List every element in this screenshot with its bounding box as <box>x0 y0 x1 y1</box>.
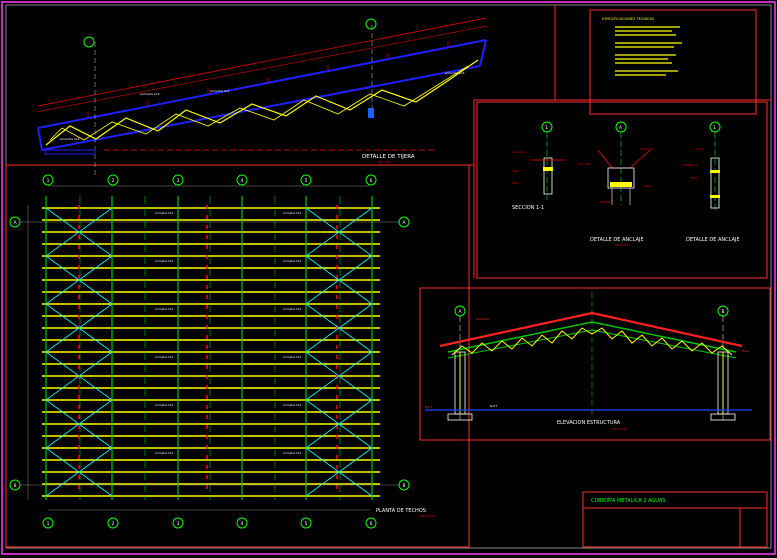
svg-text:Arriostra 2x4: Arriostra 2x4 <box>283 211 301 215</box>
panel-borders <box>5 5 771 548</box>
svg-text:Perno: Perno <box>644 184 653 188</box>
grid-bubble-top-5: 5 <box>305 178 308 184</box>
svg-text:ESC: 1/10: ESC: 1/10 <box>615 243 628 247</box>
elevation-bubble-a: A <box>458 309 462 315</box>
grid-bubble-bottom-5: 5 <box>305 521 308 527</box>
grid-bubble-right-b: B <box>402 483 405 489</box>
grid-bubble-top-3: 3 <box>177 178 180 184</box>
svg-text:N.P.T: N.P.T <box>490 404 497 408</box>
svg-text:Viga: Viga <box>512 169 519 173</box>
svg-text:Arriostra 2x4: Arriostra 2x4 <box>155 451 173 455</box>
title-block-name: CUBIERTA METALICA 2 AGUAS <box>591 498 666 504</box>
svg-text:1: 1 <box>545 125 548 131</box>
section-title: SECCION 1-1 <box>512 205 544 211</box>
elevation-bubble-b: B <box>721 309 724 315</box>
svg-text:Arriostra 2x4: Arriostra 2x4 <box>155 211 173 215</box>
grid-bubble-bottom-2: 2 <box>112 521 115 527</box>
svg-text:1: 1 <box>713 125 716 131</box>
roof-plan: Arriostra 2x4 Arriostra 2x4 Arriostra 2x4… <box>9 174 426 529</box>
svg-text:Arriostra 2x4: Arriostra 2x4 <box>445 71 465 75</box>
svg-text:Arriostra 2x4: Arriostra 2x4 <box>283 259 301 263</box>
svg-text:Perno: Perno <box>690 176 699 180</box>
svg-text:Arriostra: Arriostra <box>578 162 591 166</box>
svg-text:ESC: 1/25: ESC: 1/25 <box>378 160 391 164</box>
elevation-title: ELEVACION ESTRUCTURA <box>557 420 621 426</box>
svg-text:Arriostra 2x4: Arriostra 2x4 <box>155 259 173 263</box>
svg-text:Arriostra 2x4: Arriostra 2x4 <box>155 355 173 359</box>
structure-elevation: A B Arriostra Viga N.P.T N.P.T ELEVACION E… <box>425 292 752 426</box>
grid-bubble-top-1: 1 <box>47 178 50 184</box>
anchor-detail-title-2: DETALLE DE ANCLAJE <box>686 237 740 243</box>
grid-bubble-top-2: 2 <box>112 178 115 184</box>
svg-text:Arriostra 2x4: Arriostra 2x4 <box>60 137 80 141</box>
svg-text:N.P.T: N.P.T <box>425 405 432 409</box>
grid-bubble-left-a: A <box>13 220 17 226</box>
grid-bubble-bottom-3: 3 <box>177 521 180 527</box>
svg-text:Arriostra 2x4: Arriostra 2x4 <box>155 307 173 311</box>
svg-text:Platina: Platina <box>600 200 610 204</box>
svg-text:Viga: Viga <box>512 181 519 185</box>
grid-bubble-bottom-6: 6 <box>370 521 373 527</box>
grid-bubble-bottom-4: 4 <box>241 521 244 527</box>
grid-bubble-top-6: 6 <box>370 178 373 184</box>
truss-detail-title: DETALLE DE TIJERA <box>362 154 415 160</box>
anchor-details: 1 A 1 Arriostra Viga Viga SECCION 1-1 Arrios… <box>512 121 740 243</box>
svg-text:Viga: Viga <box>742 349 749 353</box>
grid-bubble-left-b: B <box>13 483 16 489</box>
svg-text:Arriostra: Arriostra <box>640 147 653 151</box>
svg-text:ESC: 1/100: ESC: 1/100 <box>612 427 627 431</box>
sheet-inner-frame <box>5 4 772 549</box>
svg-text:ESC: 1/100: ESC: 1/100 <box>420 514 435 518</box>
cad-drawing-sheet: Arriostra 2x4 Arriostra 2x4 Arriostra 2x4… <box>1 1 776 555</box>
technical-notes: ESPECIFICACIONES TECNICAS <box>602 17 682 76</box>
svg-text:Arriostra 2x4: Arriostra 2x4 <box>283 355 301 359</box>
svg-text:Arriostra 2x4: Arriostra 2x4 <box>210 89 230 93</box>
svg-text:Arriostra 2x4: Arriostra 2x4 <box>283 451 301 455</box>
svg-text:Arriostra: Arriostra <box>476 317 489 321</box>
svg-text:Arriostra: Arriostra <box>512 150 525 154</box>
grid-bubble-bottom-1: 1 <box>47 521 50 527</box>
truss-detail: Arriostra 2x4 Arriostra 2x4 Arriostra 2x4… <box>35 17 488 175</box>
svg-text:Viga: Viga <box>696 147 703 151</box>
svg-text:Soldadura: Soldadura <box>682 163 697 167</box>
svg-text:Arriostra 2x4: Arriostra 2x4 <box>140 92 160 96</box>
notes-heading: ESPECIFICACIONES TECNICAS <box>602 17 655 21</box>
anchor-detail-title-1: DETALLE DE ANCLAJE <box>590 237 644 243</box>
svg-text:Arriostra 2x4: Arriostra 2x4 <box>283 403 301 407</box>
grid-bubble-right-a: A <box>402 220 406 226</box>
svg-text:Arriostra 2x4: Arriostra 2x4 <box>283 307 301 311</box>
svg-text:Arriostra 2x4: Arriostra 2x4 <box>155 403 173 407</box>
plan-title: PLANTA DE TECHOS <box>376 508 426 514</box>
grid-bubble-top-4: 4 <box>241 178 244 184</box>
svg-text:A: A <box>619 125 623 131</box>
